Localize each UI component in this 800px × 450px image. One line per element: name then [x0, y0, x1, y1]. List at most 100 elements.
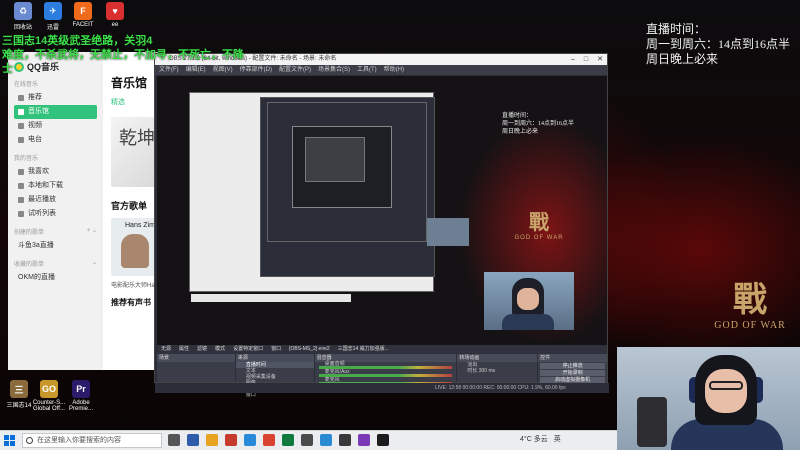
schedule-line-3: 周日晚上必来: [646, 52, 719, 66]
source-toolbar-item[interactable]: 设置特定窗口: [233, 345, 263, 354]
nav-icon: [18, 197, 24, 203]
scenes-dock[interactable]: 场景: [157, 354, 235, 382]
recursive-preview-3: [292, 126, 392, 208]
challenge-line-1: 三国志14英级武圣绝路，关羽4: [2, 35, 153, 47]
source-toolbar-item[interactable]: 滤镜: [197, 345, 207, 354]
taskbar-app-icon[interactable]: [244, 434, 256, 446]
menu-item[interactable]: 场景集合(S): [318, 65, 350, 75]
microphone: [637, 397, 667, 447]
source-toolbar-item[interactable]: [OBS-MS_2] ene2: [289, 345, 330, 354]
preview-schedule-text: 直播时间： 周一到周六：14点到16点半 周日晚上必来: [502, 113, 575, 135]
qq-music-window[interactable]: QQ音乐 在线音乐 推荐 音乐馆 视频 电台 我的音乐 我喜欢 本地和下载 最近播放 试听列…: [8, 52, 158, 370]
app-icon: ♻: [14, 2, 32, 20]
expand-icon[interactable]: ⌄: [92, 259, 97, 268]
taskbar-search[interactable]: 在这里输入你要搜索的内容: [22, 433, 162, 448]
app-icon: F: [74, 2, 92, 20]
group-my-music: 我的音乐: [14, 156, 39, 162]
taskbar-app-icon[interactable]: [282, 434, 294, 446]
glasses: [709, 381, 743, 390]
source-toolbar-item[interactable]: 无源: [161, 345, 171, 354]
minimize-icon[interactable]: –: [571, 54, 575, 65]
group-created-playlists: 创建的歌单 + ⌄: [14, 227, 97, 236]
maximize-icon[interactable]: □: [584, 54, 588, 65]
schedule-line-1: 直播时间：: [646, 22, 707, 36]
desktop-icon-label: FACEIT: [72, 22, 94, 28]
control-button[interactable]: 开始录制: [540, 370, 606, 376]
sidebar-item-label: 推荐: [28, 94, 42, 101]
nav-icon: [18, 109, 24, 115]
audio-mixer-dock[interactable]: 混音器 桌面音频 麦克风/Aux 麦克风: [314, 354, 457, 385]
taskbar-app-icon[interactable]: [187, 434, 199, 446]
taskbar-app-icon[interactable]: [301, 434, 313, 446]
desktop-icon[interactable]: ♥ ee: [98, 2, 132, 28]
sources-dock[interactable]: 来源 直播时间文本视频采集设备图像文本窗口: [235, 354, 314, 398]
playlist-item-okm[interactable]: OKM的直播: [14, 271, 97, 285]
taskbar-app-icon[interactable]: [377, 434, 389, 446]
taskbar-app-icon[interactable]: [263, 434, 275, 446]
control-button[interactable]: 停止推流: [540, 363, 606, 369]
system-tray: 4°C 多云 英: [520, 434, 561, 444]
menu-item[interactable]: 工具(T): [357, 65, 377, 75]
source-toolbar-item[interactable]: 三国志14 威力加强版...: [338, 345, 389, 354]
stream-schedule-overlay: 直播时间： 周一到周六：14点到16点半 周日晚上必来: [646, 22, 798, 67]
sidebar-item[interactable]: 试听列表: [14, 207, 97, 221]
desktop-icon[interactable]: F FACEIT: [66, 2, 100, 28]
album-card[interactable]: 乾坤: [111, 117, 158, 187]
obs-preview[interactable]: 直播时间： 周一到周六：14点到16点半 周日晚上必来 戰 GOD OF WAR: [157, 76, 607, 354]
desktop-icon[interactable]: ♻ 回收站: [6, 2, 40, 31]
controls-dock[interactable]: 控件 停止推流 开始录制 启动虚拟摄像机: [538, 354, 608, 383]
source-toolbar-item[interactable]: 窗口: [271, 345, 281, 354]
add-playlist-icon[interactable]: + ⌄: [87, 227, 97, 236]
sidebar-item[interactable]: 最近播放: [14, 193, 97, 207]
source-toolbar-item[interactable]: 属性: [179, 345, 189, 354]
app-icon: Pr: [72, 380, 90, 398]
sidebar-item[interactable]: 音乐馆: [14, 105, 97, 119]
playlist-item-douyu[interactable]: 斗鱼3a直播: [14, 239, 97, 253]
duration-field[interactable]: 时长 300 ms: [457, 368, 537, 374]
sidebar-item[interactable]: 电台: [14, 133, 97, 147]
desktop-icon[interactable]: 三三国志14: [2, 380, 36, 409]
group-favorite-playlists: 收藏的歌单 ⌄: [14, 259, 97, 268]
weather-status[interactable]: 4°C 多云: [520, 434, 548, 444]
nav-icon: [18, 95, 24, 101]
source-toolbar-item[interactable]: 模式: [215, 345, 225, 354]
sidebar-item[interactable]: 推荐: [14, 91, 97, 105]
nav-icon: [18, 169, 24, 175]
sidebar-item[interactable]: 本地和下载: [14, 179, 97, 193]
tab-featured[interactable]: 精选: [111, 97, 152, 107]
close-icon[interactable]: ✕: [597, 54, 603, 65]
app-icon: GO: [40, 380, 58, 398]
sidebar-item-label: 我喜欢: [28, 168, 49, 175]
volume-meter[interactable]: [318, 374, 453, 377]
taskbar-app-icon[interactable]: [225, 434, 237, 446]
taskbar-app-icon[interactable]: [320, 434, 332, 446]
app-icon: 三: [10, 380, 28, 398]
desktop-icon[interactable]: Pr Adobe Premie...: [64, 380, 98, 412]
nav-icon: [18, 123, 24, 129]
sidebar-item[interactable]: 视频: [14, 119, 97, 133]
desktop-icon[interactable]: ✈ 迅雷: [36, 2, 70, 31]
taskbar-app-icon[interactable]: [206, 434, 218, 446]
sidebar-item-label: 本地和下载: [28, 182, 63, 189]
start-button[interactable]: [4, 435, 16, 447]
nav-icon: [18, 211, 24, 217]
menu-item[interactable]: 帮助(H): [384, 65, 404, 75]
volume-meter[interactable]: [318, 366, 453, 369]
sidebar-item[interactable]: 我喜欢: [14, 165, 97, 179]
schedule-line-2: 周一到周六：14点到16点半: [646, 37, 791, 51]
menu-item[interactable]: 配置文件(P): [279, 65, 311, 75]
taskbar-app-icon[interactable]: [358, 434, 370, 446]
group-online-music: 在线音乐: [14, 82, 39, 88]
playlist-card-hans-zimmer[interactable]: Hans Zim: [111, 218, 158, 276]
sidebar-item-label: 电台: [28, 136, 42, 143]
transitions-dock[interactable]: 转场动画 淡出 时长 300 ms: [457, 354, 538, 382]
obs-window[interactable]: OBS 27.1.3 (64-bit, windows) - 配置文件: 未命名…: [154, 53, 609, 398]
taskbar-app-icon[interactable]: [168, 434, 180, 446]
artist-photo: [121, 234, 149, 268]
section-audiobooks: 推荐有声书: [111, 298, 151, 307]
challenge-line-2: 难度，不杀武将，无禁止，不加寻，不死亡，不降士: [2, 49, 244, 75]
language-indicator[interactable]: 英: [554, 434, 561, 444]
sidebar-item-label: 视频: [28, 122, 42, 129]
desktop-icon[interactable]: GO Counter-S... Global Off...: [32, 380, 66, 412]
taskbar-app-icon[interactable]: [339, 434, 351, 446]
